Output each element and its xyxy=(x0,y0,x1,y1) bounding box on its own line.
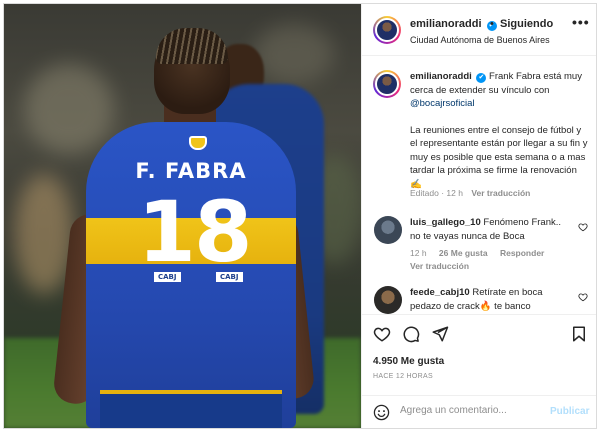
mention-link[interactable]: @bocajrsoficial xyxy=(410,98,475,109)
caption-paragraph: La reuniones entre el consejo de fútbol … xyxy=(410,124,588,190)
caption-meta: Editado · 12 h Ver traducción xyxy=(410,188,530,198)
comment-icon[interactable] xyxy=(402,325,420,343)
heart-icon[interactable] xyxy=(373,325,391,343)
avatar[interactable] xyxy=(374,286,402,314)
post-caption: emilianoraddi ✔ Frank Fabra está muy cer… xyxy=(410,70,588,191)
post-photo[interactable]: F. FABRA 18 CABJ CABJ xyxy=(4,4,361,428)
jersey-name: F. FABRA xyxy=(135,159,247,183)
avatar[interactable] xyxy=(373,16,401,44)
comments-list[interactable]: emilianoraddi ✔ Frank Fabra está muy cer… xyxy=(362,56,596,314)
header-user: emilianoraddi ✔ xyxy=(410,18,497,31)
avatar[interactable] xyxy=(373,70,401,98)
comment: feede_cabj10 Retírate en boca pedazo de … xyxy=(410,286,570,313)
background-blur xyxy=(254,24,334,84)
player-hair xyxy=(156,28,228,64)
background-blur xyxy=(24,64,114,154)
post-header: emilianoraddi ✔ • Siguiendo Ciudad Autón… xyxy=(362,4,596,56)
jersey-number: 18 xyxy=(137,183,253,281)
comment-likes[interactable]: 26 Me gusta xyxy=(439,248,488,258)
caption-username[interactable]: emilianoraddi xyxy=(410,71,472,82)
separator-dot: • xyxy=(490,18,494,30)
player-shorts xyxy=(100,390,282,428)
add-comment-bar: Publicar xyxy=(362,395,596,428)
jersey-sponsor-left: CABJ xyxy=(154,272,181,282)
location-link[interactable]: Ciudad Autónoma de Buenos Aires xyxy=(410,35,550,45)
club-badge xyxy=(189,136,207,150)
comment-input[interactable] xyxy=(400,405,540,416)
comment-username[interactable]: luis_gallego_10 xyxy=(410,217,481,228)
comment-meta: 12 h 26 Me gusta Responder xyxy=(410,248,554,258)
instagram-post-modal: F. FABRA 18 CABJ CABJ emilianoraddi ✔ • … xyxy=(3,3,597,429)
post-side-panel: emilianoraddi ✔ • Siguiendo Ciudad Autón… xyxy=(361,4,596,428)
save-bookmark-icon[interactable] xyxy=(570,325,588,343)
jersey-sponsor-right: CABJ xyxy=(216,272,243,282)
like-comment-heart-icon[interactable] xyxy=(578,222,588,232)
avatar[interactable] xyxy=(374,216,402,244)
verified-badge-icon: ✔ xyxy=(476,73,487,83)
like-comment-heart-icon[interactable] xyxy=(578,292,588,302)
post-actions: 4.950 Me gusta HACE 12 HORAS Publicar xyxy=(362,314,596,428)
following-button[interactable]: Siguiendo xyxy=(500,18,553,30)
comment-username[interactable]: feede_cabj10 xyxy=(410,287,470,298)
share-icon[interactable] xyxy=(431,325,449,343)
comment-time: 12 h xyxy=(410,248,427,258)
emoji-icon[interactable] xyxy=(373,404,390,421)
comment: luis_gallego_10 Fenómeno Frank.. no te v… xyxy=(410,216,570,243)
likes-count[interactable]: 4.950 Me gusta xyxy=(373,356,444,367)
edited-label: Editado · 12 h xyxy=(410,188,463,198)
publish-button[interactable]: Publicar xyxy=(550,406,589,417)
see-translation-link[interactable]: Ver traducción xyxy=(410,261,469,271)
post-timestamp[interactable]: HACE 12 HORAS xyxy=(373,373,433,380)
reply-button[interactable]: Responder xyxy=(500,248,544,258)
see-translation-link[interactable]: Ver traducción xyxy=(471,188,530,198)
more-options-icon[interactable]: ••• xyxy=(572,14,590,30)
username-link[interactable]: emilianoraddi xyxy=(410,18,482,30)
